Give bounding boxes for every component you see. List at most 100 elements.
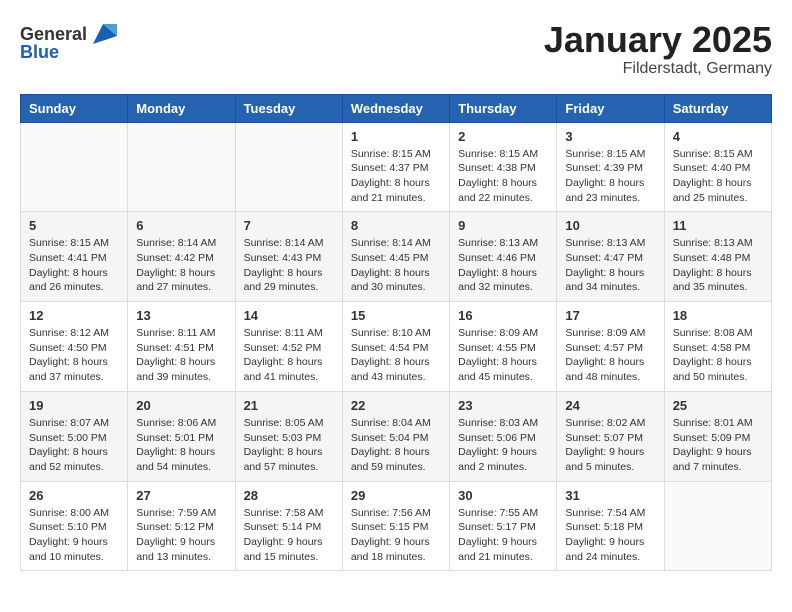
day-detail: Sunrise: 8:04 AM Sunset: 5:04 PM Dayligh…: [351, 416, 441, 475]
calendar-day-cell: 8 Sunrise: 8:14 AM Sunset: 4:45 PM Daylig…: [342, 212, 449, 302]
day-number: 20: [136, 398, 226, 413]
day-number: 26: [29, 488, 119, 503]
calendar-day-cell: 14 Sunrise: 8:11 AM Sunset: 4:52 PM Dayli…: [235, 302, 342, 392]
day-number: 4: [673, 129, 763, 144]
calendar-day-cell: 17 Sunrise: 8:09 AM Sunset: 4:57 PM Dayli…: [557, 302, 664, 392]
calendar-day-cell: 26 Sunrise: 8:00 AM Sunset: 5:10 PM Dayli…: [21, 481, 128, 571]
day-detail: Sunrise: 7:59 AM Sunset: 5:12 PM Dayligh…: [136, 506, 226, 565]
day-of-week-header: Monday: [128, 94, 235, 122]
calendar-day-cell: 11 Sunrise: 8:13 AM Sunset: 4:48 PM Dayli…: [664, 212, 771, 302]
day-detail: Sunrise: 8:06 AM Sunset: 5:01 PM Dayligh…: [136, 416, 226, 475]
calendar-week-row: 12Sunrise: 8:12 AM Sunset: 4:50 PM Dayli…: [21, 302, 772, 392]
day-detail: Sunrise: 8:14 AM Sunset: 4:45 PM Dayligh…: [351, 236, 441, 295]
day-number: 13: [136, 308, 226, 323]
day-number: 22: [351, 398, 441, 413]
day-number: 24: [565, 398, 655, 413]
logo-blue-text: Blue: [20, 42, 59, 63]
calendar-day-cell: 9 Sunrise: 8:13 AM Sunset: 4:46 PM Daylig…: [450, 212, 557, 302]
calendar-header-row: SundayMondayTuesdayWednesdayThursdayFrid…: [21, 94, 772, 122]
calendar-day-cell: 16Sunrise: 8:09 AM Sunset: 4:55 PM Dayli…: [450, 302, 557, 392]
day-detail: Sunrise: 8:14 AM Sunset: 4:43 PM Dayligh…: [244, 236, 334, 295]
day-detail: Sunrise: 8:10 AM Sunset: 4:54 PM Dayligh…: [351, 326, 441, 385]
calendar-day-cell: 24Sunrise: 8:02 AM Sunset: 5:07 PM Dayli…: [557, 391, 664, 481]
calendar-day-cell: [235, 122, 342, 212]
day-detail: Sunrise: 8:15 AM Sunset: 4:38 PM Dayligh…: [458, 147, 548, 206]
day-number: 17: [565, 308, 655, 323]
calendar-table: SundayMondayTuesdayWednesdayThursdayFrid…: [20, 94, 772, 572]
day-detail: Sunrise: 8:03 AM Sunset: 5:06 PM Dayligh…: [458, 416, 548, 475]
calendar-day-cell: 18 Sunrise: 8:08 AM Sunset: 4:58 PM Dayli…: [664, 302, 771, 392]
calendar-subtitle: Filderstadt, Germany: [544, 60, 772, 78]
calendar-day-cell: [21, 122, 128, 212]
day-number: 7: [244, 218, 334, 233]
calendar-day-cell: [128, 122, 235, 212]
calendar-day-cell: 29Sunrise: 7:56 AM Sunset: 5:15 PM Dayli…: [342, 481, 449, 571]
day-number: 29: [351, 488, 441, 503]
day-detail: Sunrise: 8:09 AM Sunset: 4:57 PM Dayligh…: [565, 326, 655, 385]
day-detail: Sunrise: 7:58 AM Sunset: 5:14 PM Dayligh…: [244, 506, 334, 565]
day-detail: Sunrise: 8:15 AM Sunset: 4:39 PM Dayligh…: [565, 147, 655, 206]
page-header: General Blue January 2025 Filderstadt, G…: [20, 20, 772, 78]
day-detail: Sunrise: 8:11 AM Sunset: 4:52 PM Dayligh…: [244, 326, 334, 385]
day-number: 14: [244, 308, 334, 323]
calendar-week-row: 5 Sunrise: 8:15 AM Sunset: 4:41 PM Daylig…: [21, 212, 772, 302]
calendar-day-cell: 1 Sunrise: 8:15 AM Sunset: 4:37 PM Daylig…: [342, 122, 449, 212]
day-detail: Sunrise: 8:15 AM Sunset: 4:40 PM Dayligh…: [673, 147, 763, 206]
day-number: 5: [29, 218, 119, 233]
calendar-day-cell: [664, 481, 771, 571]
day-detail: Sunrise: 8:00 AM Sunset: 5:10 PM Dayligh…: [29, 506, 119, 565]
day-number: 27: [136, 488, 226, 503]
day-detail: Sunrise: 8:13 AM Sunset: 4:47 PM Dayligh…: [565, 236, 655, 295]
day-number: 8: [351, 218, 441, 233]
day-number: 19: [29, 398, 119, 413]
calendar-day-cell: 10 Sunrise: 8:13 AM Sunset: 4:47 PM Dayli…: [557, 212, 664, 302]
calendar-day-cell: 20 Sunrise: 8:06 AM Sunset: 5:01 PM Dayli…: [128, 391, 235, 481]
day-number: 15: [351, 308, 441, 323]
calendar-day-cell: 15 Sunrise: 8:10 AM Sunset: 4:54 PM Dayli…: [342, 302, 449, 392]
day-detail: Sunrise: 8:15 AM Sunset: 4:41 PM Dayligh…: [29, 236, 119, 295]
calendar-day-cell: 23 Sunrise: 8:03 AM Sunset: 5:06 PM Dayli…: [450, 391, 557, 481]
calendar-day-cell: 12Sunrise: 8:12 AM Sunset: 4:50 PM Dayli…: [21, 302, 128, 392]
day-number: 11: [673, 218, 763, 233]
calendar-day-cell: 5 Sunrise: 8:15 AM Sunset: 4:41 PM Daylig…: [21, 212, 128, 302]
day-detail: Sunrise: 8:05 AM Sunset: 5:03 PM Dayligh…: [244, 416, 334, 475]
day-number: 9: [458, 218, 548, 233]
calendar-week-row: 26 Sunrise: 8:00 AM Sunset: 5:10 PM Dayli…: [21, 481, 772, 571]
day-of-week-header: Sunday: [21, 94, 128, 122]
day-number: 18: [673, 308, 763, 323]
calendar-day-cell: 7 Sunrise: 8:14 AM Sunset: 4:43 PM Daylig…: [235, 212, 342, 302]
calendar-day-cell: 6 Sunrise: 8:14 AM Sunset: 4:42 PM Daylig…: [128, 212, 235, 302]
calendar-day-cell: 4 Sunrise: 8:15 AM Sunset: 4:40 PM Daylig…: [664, 122, 771, 212]
calendar-day-cell: 27 Sunrise: 7:59 AM Sunset: 5:12 PM Dayli…: [128, 481, 235, 571]
calendar-day-cell: 2 Sunrise: 8:15 AM Sunset: 4:38 PM Daylig…: [450, 122, 557, 212]
day-of-week-header: Saturday: [664, 94, 771, 122]
day-detail: Sunrise: 8:14 AM Sunset: 4:42 PM Dayligh…: [136, 236, 226, 295]
calendar-day-cell: 19Sunrise: 8:07 AM Sunset: 5:00 PM Dayli…: [21, 391, 128, 481]
calendar-day-cell: 22 Sunrise: 8:04 AM Sunset: 5:04 PM Dayli…: [342, 391, 449, 481]
calendar-day-cell: 25 Sunrise: 8:01 AM Sunset: 5:09 PM Dayli…: [664, 391, 771, 481]
day-number: 21: [244, 398, 334, 413]
logo-icon: [89, 20, 117, 48]
calendar-week-row: 19Sunrise: 8:07 AM Sunset: 5:00 PM Dayli…: [21, 391, 772, 481]
day-detail: Sunrise: 8:01 AM Sunset: 5:09 PM Dayligh…: [673, 416, 763, 475]
day-number: 12: [29, 308, 119, 323]
day-of-week-header: Wednesday: [342, 94, 449, 122]
calendar-day-cell: 31 Sunrise: 7:54 AM Sunset: 5:18 PM Dayli…: [557, 481, 664, 571]
day-number: 6: [136, 218, 226, 233]
day-detail: Sunrise: 7:54 AM Sunset: 5:18 PM Dayligh…: [565, 506, 655, 565]
day-detail: Sunrise: 8:08 AM Sunset: 4:58 PM Dayligh…: [673, 326, 763, 385]
day-number: 1: [351, 129, 441, 144]
day-number: 16: [458, 308, 548, 323]
day-number: 10: [565, 218, 655, 233]
day-number: 23: [458, 398, 548, 413]
calendar-day-cell: 3Sunrise: 8:15 AM Sunset: 4:39 PM Daylig…: [557, 122, 664, 212]
day-number: 31: [565, 488, 655, 503]
day-number: 2: [458, 129, 548, 144]
day-detail: Sunrise: 8:13 AM Sunset: 4:48 PM Dayligh…: [673, 236, 763, 295]
day-detail: Sunrise: 8:13 AM Sunset: 4:46 PM Dayligh…: [458, 236, 548, 295]
logo: General Blue: [20, 20, 117, 63]
day-detail: Sunrise: 8:15 AM Sunset: 4:37 PM Dayligh…: [351, 147, 441, 206]
day-number: 25: [673, 398, 763, 413]
day-number: 28: [244, 488, 334, 503]
title-block: January 2025 Filderstadt, Germany: [544, 20, 772, 78]
